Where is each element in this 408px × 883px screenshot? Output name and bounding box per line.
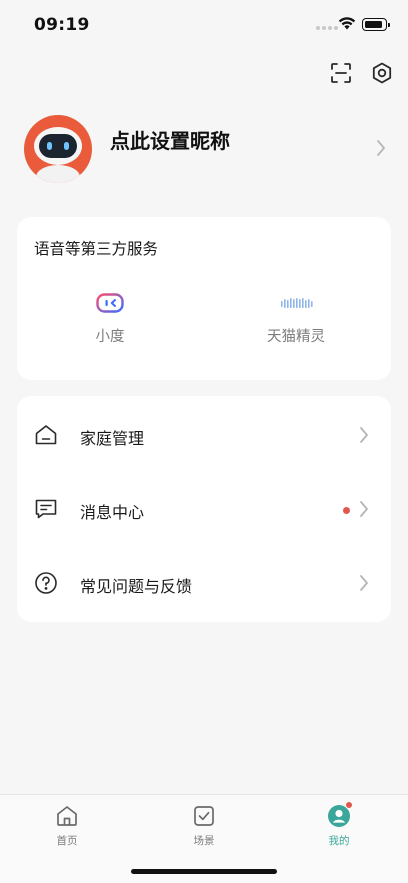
status-bar: 09:19 xyxy=(0,0,408,50)
wifi-icon xyxy=(338,17,356,30)
tab-home[interactable]: 首页 xyxy=(27,804,107,848)
tmall-genie-icon xyxy=(281,298,313,308)
service-xiaodu-label: 小度 xyxy=(95,329,125,345)
cellular-icon xyxy=(316,26,338,30)
chevron-right-icon xyxy=(360,575,368,591)
menu-item-faq-feedback[interactable]: 常见问题与反馈 xyxy=(17,554,391,612)
services-title: 语音等第三方服务 xyxy=(34,240,159,258)
tab-label: 我的 xyxy=(328,835,350,847)
avatar[interactable] xyxy=(24,115,92,183)
battery-icon xyxy=(362,18,390,31)
xiaodu-icon xyxy=(96,293,124,313)
home-indicator xyxy=(131,869,277,874)
menu-item-home-management[interactable]: 家庭管理 xyxy=(17,406,391,464)
tab-mine[interactable]: 我的 xyxy=(299,801,379,848)
unread-dot xyxy=(343,507,350,514)
chevron-right-icon xyxy=(377,140,385,156)
menu-item-label: 家庭管理 xyxy=(80,429,145,448)
scene-icon xyxy=(194,806,214,826)
home-icon xyxy=(57,806,77,826)
menu-item-message-center[interactable]: 消息中心 xyxy=(17,480,391,538)
robot-avatar-icon xyxy=(34,127,82,183)
scan-button[interactable] xyxy=(328,60,354,86)
question-icon xyxy=(35,572,57,594)
tab-label: 首页 xyxy=(56,835,78,847)
menu-item-label: 常见问题与反馈 xyxy=(80,577,193,596)
menu-card: 家庭管理 消息中心 常见问题与反馈 xyxy=(17,396,391,622)
house-icon xyxy=(35,425,57,445)
chevron-right-icon xyxy=(360,501,368,517)
tab-label: 场景 xyxy=(193,835,215,847)
services-card: 语音等第三方服务 小度 天猫精灵 xyxy=(17,217,391,380)
scan-icon xyxy=(331,63,351,83)
service-tmall-genie-label: 天猫精灵 xyxy=(267,329,325,345)
service-tmall-genie[interactable]: 天猫精灵 xyxy=(236,291,356,346)
menu-item-label: 消息中心 xyxy=(80,503,145,522)
tab-scene[interactable]: 场景 xyxy=(164,804,244,848)
settings-icon xyxy=(372,62,392,84)
profile-row[interactable]: 点此设置昵称 xyxy=(24,113,394,183)
nickname[interactable]: 点此设置昵称 xyxy=(110,125,230,154)
service-xiaodu[interactable]: 小度 xyxy=(50,291,170,346)
chevron-right-icon xyxy=(360,427,368,443)
tab-badge xyxy=(345,801,353,809)
status-time: 09:19 xyxy=(34,15,90,35)
message-icon xyxy=(35,499,57,519)
settings-button[interactable] xyxy=(369,60,395,86)
